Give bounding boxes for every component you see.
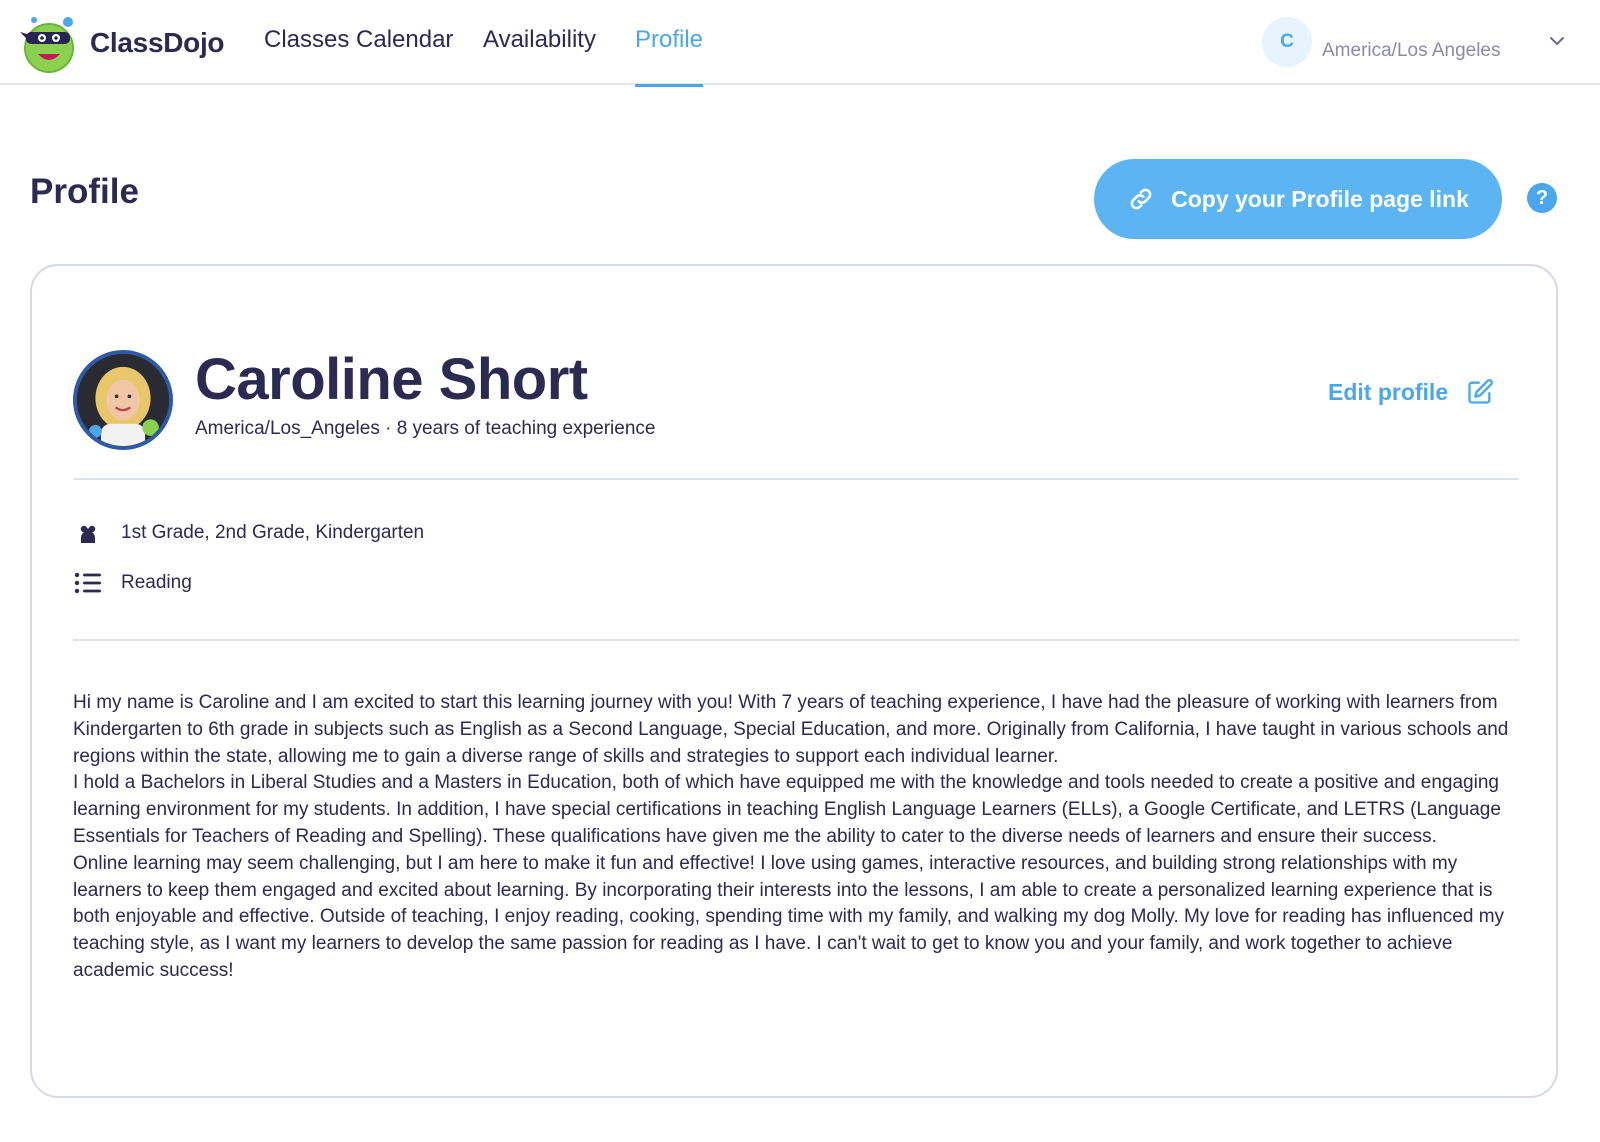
profile-name: Caroline Short	[195, 347, 588, 412]
brand[interactable]: ClassDojo	[14, 10, 225, 76]
classdojo-logo-icon	[20, 17, 74, 73]
tab-availability[interactable]: Availability	[483, 0, 596, 85]
brand-name: ClassDojo	[90, 27, 225, 58]
grades-text: 1st Grade, 2nd Grade, Kindergarten	[121, 522, 425, 543]
subjects-text: Reading	[121, 572, 192, 593]
bio-paragraph: I hold a Bachelors in Liberal Studies an…	[73, 772, 1501, 847]
bio-paragraph: Hi my name is Caroline and I am excited …	[73, 692, 1509, 767]
top-navigation-bar: ClassDojo Classes Calendar Availability …	[0, 0, 1600, 87]
edit-profile-label: Edit profile	[1328, 378, 1449, 405]
divider	[73, 478, 1519, 480]
profile-photo-image	[77, 354, 169, 446]
profile-card: Caroline Short America/Los_Angeles · 8 y…	[30, 264, 1558, 1098]
bio-paragraph: Online learning may seem challenging, bu…	[73, 852, 1505, 981]
students-icon	[73, 518, 103, 548]
subjects-row: Reading	[73, 568, 192, 598]
grades-row: 1st Grade, 2nd Grade, Kindergarten	[73, 518, 424, 548]
list-icon	[73, 568, 103, 598]
account-menu[interactable]: C America/Los Angeles	[1262, 16, 1572, 68]
profile-meta: America/Los_Angeles · 8 years of teachin…	[195, 418, 656, 439]
divider	[73, 639, 1519, 641]
link-icon	[1130, 188, 1152, 210]
edit-profile-button[interactable]: Edit profile	[1328, 378, 1494, 406]
help-icon[interactable]: ?	[1527, 183, 1557, 213]
account-timezone: America/Los Angeles	[1322, 40, 1501, 61]
pencil-edit-icon	[1468, 379, 1494, 404]
chevron-down-icon[interactable]	[1548, 32, 1566, 50]
copy-profile-link-label: Copy your Profile page link	[1171, 185, 1469, 212]
page-title: Profile	[30, 172, 139, 211]
tab-profile[interactable]: Profile	[635, 0, 704, 87]
profile-photo	[73, 350, 173, 450]
copy-profile-link-button[interactable]: Copy your Profile page link	[1094, 159, 1502, 239]
tab-classes-calendar[interactable]: Classes Calendar	[264, 0, 453, 85]
avatar: C	[1262, 17, 1312, 67]
profile-bio: Hi my name is Caroline and I am excited …	[73, 690, 1519, 985]
